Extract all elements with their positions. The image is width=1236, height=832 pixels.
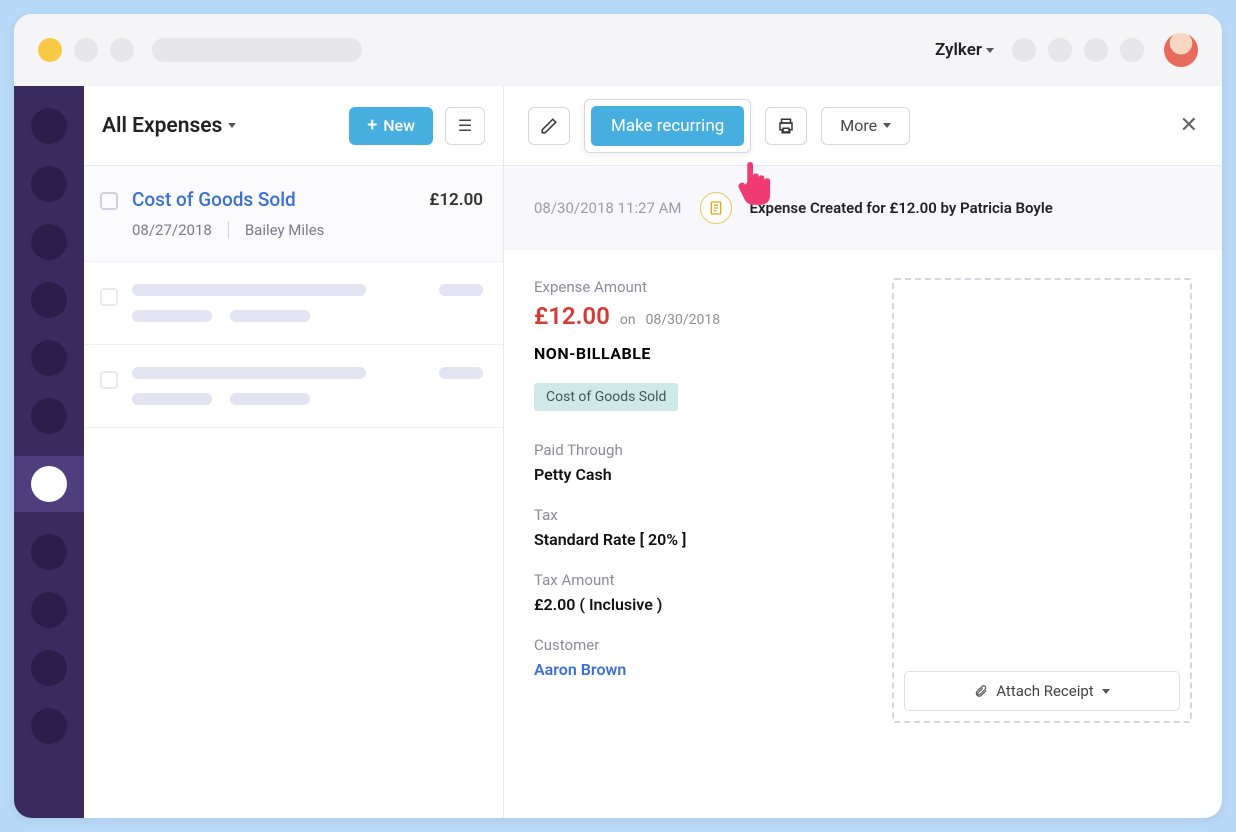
amount-label: Expense Amount	[534, 278, 862, 296]
list-menu-button[interactable]: ☰	[445, 107, 485, 145]
expense-amount: £12.00	[429, 190, 483, 210]
attach-receipt-button[interactable]: Attach Receipt	[904, 671, 1180, 711]
attach-receipt-label: Attach Receipt	[996, 682, 1093, 700]
org-switcher[interactable]: Zylker	[935, 40, 994, 60]
traffic-light-placeholder	[74, 38, 98, 62]
amount-date: 08/30/2018	[646, 312, 721, 328]
pencil-icon	[540, 117, 558, 135]
make-recurring-highlight: Make recurring	[584, 99, 751, 153]
printer-icon	[777, 117, 795, 135]
make-recurring-label: Make recurring	[611, 116, 724, 136]
expense-title: Cost of Goods Sold	[132, 188, 415, 211]
avatar[interactable]	[1164, 33, 1198, 67]
more-button[interactable]: More	[821, 107, 910, 145]
customer-label: Customer	[534, 636, 862, 654]
tax-amount-label: Tax Amount	[534, 571, 862, 589]
paid-through-value: Petty Cash	[534, 465, 862, 484]
sidebar-item[interactable]	[31, 708, 67, 744]
list-item-placeholder[interactable]	[84, 345, 503, 428]
note-icon	[700, 192, 732, 224]
amount-on: on	[620, 312, 636, 328]
caret-down-icon	[228, 123, 236, 128]
row-checkbox[interactable]	[100, 192, 118, 210]
sidebar-item[interactable]	[31, 592, 67, 628]
list-title-label: All Expenses	[102, 114, 222, 138]
row-checkbox[interactable]	[100, 288, 118, 306]
category-tag[interactable]: Cost of Goods Sold	[534, 383, 678, 411]
sidebar-item[interactable]	[31, 108, 67, 144]
header-action-placeholder[interactable]	[1084, 38, 1108, 62]
amount-value: £12.00	[534, 302, 610, 330]
sidebar-rail	[14, 86, 84, 818]
expense-detail-pane: Make recurring More ✕	[504, 86, 1222, 818]
sidebar-item[interactable]	[31, 650, 67, 686]
address-bar-placeholder	[152, 38, 362, 62]
list-item-placeholder[interactable]	[84, 262, 503, 345]
new-button-label: New	[383, 116, 415, 135]
browser-chrome: Zylker	[14, 14, 1222, 86]
sidebar-item[interactable]	[31, 282, 67, 318]
customer-link[interactable]: Aaron Brown	[534, 660, 862, 679]
sidebar-item[interactable]	[31, 224, 67, 260]
close-icon: ✕	[1180, 113, 1198, 138]
traffic-light-placeholder	[110, 38, 134, 62]
more-label: More	[840, 116, 877, 135]
traffic-light-yellow	[38, 38, 62, 62]
activity-bar: 08/30/2018 11:27 AM Expense Created for …	[504, 166, 1222, 250]
list-item[interactable]: Cost of Goods Sold 08/27/2018 Bailey Mil…	[84, 166, 503, 262]
header-action-placeholder[interactable]	[1120, 38, 1144, 62]
tax-label: Tax	[534, 506, 862, 524]
divider	[228, 221, 229, 239]
billable-status: NON-BILLABLE	[534, 344, 862, 363]
expense-date: 08/27/2018	[132, 221, 212, 239]
hamburger-icon: ☰	[458, 116, 472, 135]
tax-amount-value: £2.00 ( Inclusive )	[534, 595, 862, 614]
sidebar-item[interactable]	[31, 398, 67, 434]
new-button[interactable]: + New	[349, 107, 433, 145]
expense-list-pane: All Expenses + New ☰ Cost of Goods Sold	[84, 86, 504, 818]
activity-timestamp: 08/30/2018 11:27 AM	[534, 199, 682, 217]
sidebar-item[interactable]	[31, 166, 67, 202]
paid-through-label: Paid Through	[534, 441, 862, 459]
receipt-dropzone[interactable]: Attach Receipt	[892, 278, 1192, 723]
list-title-dropdown[interactable]: All Expenses	[102, 114, 337, 138]
expense-customer: Bailey Miles	[245, 221, 325, 239]
sidebar-item-active[interactable]	[14, 456, 84, 512]
print-button[interactable]	[765, 107, 807, 145]
paperclip-icon	[974, 683, 988, 699]
caret-down-icon	[883, 123, 891, 128]
header-action-placeholder[interactable]	[1012, 38, 1036, 62]
row-checkbox[interactable]	[100, 371, 118, 389]
edit-button[interactable]	[528, 107, 570, 145]
header-action-placeholder[interactable]	[1048, 38, 1072, 62]
caret-down-icon	[1102, 689, 1110, 694]
org-name-label: Zylker	[935, 40, 982, 60]
tax-value: Standard Rate [ 20% ]	[534, 530, 862, 549]
sidebar-item[interactable]	[31, 534, 67, 570]
caret-down-icon	[986, 48, 994, 53]
close-button[interactable]: ✕	[1180, 113, 1198, 138]
make-recurring-button[interactable]: Make recurring	[591, 106, 744, 146]
sidebar-item[interactable]	[31, 340, 67, 376]
activity-text: Expense Created for £12.00 by Patricia B…	[750, 199, 1053, 217]
plus-icon: +	[367, 117, 377, 135]
